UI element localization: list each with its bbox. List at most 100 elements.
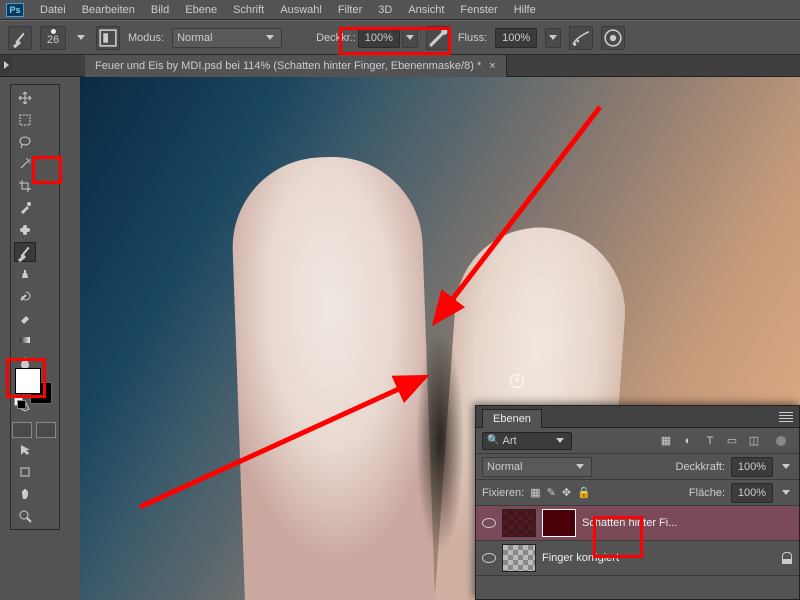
chevron-down-icon <box>553 434 567 448</box>
opacity-value[interactable]: 100% <box>358 28 400 48</box>
pressure-opacity-toggle[interactable] <box>426 26 450 50</box>
panel-menu-icon[interactable] <box>779 412 793 422</box>
airbrush-toggle[interactable] <box>569 26 593 50</box>
layer-opacity-value[interactable]: 100% <box>731 457 773 477</box>
foreground-color-swatch[interactable] <box>15 368 41 394</box>
gradient-tool[interactable] <box>14 330 36 350</box>
layer-blend-dropdown[interactable]: Normal <box>482 457 592 477</box>
pressure-size-toggle[interactable] <box>601 26 625 50</box>
layer-mask-thumbnail[interactable] <box>542 509 576 537</box>
tools-panel: T <box>10 84 60 530</box>
history-brush-tool[interactable] <box>14 286 36 306</box>
fill-dropdown[interactable] <box>779 486 793 500</box>
visibility-icon[interactable] <box>482 551 496 565</box>
canvas-content <box>410 337 470 597</box>
menu-window[interactable]: Fenster <box>460 4 497 16</box>
blend-mode-label: Modus: <box>128 32 164 44</box>
layer-name[interactable]: Finger korrigiert <box>542 552 619 564</box>
lock-label: Fixieren: <box>482 487 524 499</box>
eraser-tool[interactable] <box>14 308 36 328</box>
magic-wand-tool[interactable] <box>14 154 36 174</box>
filter-shape-icon[interactable]: ▭ <box>723 433 741 449</box>
panel-header: Ebenen <box>476 406 799 428</box>
default-colors-icon[interactable] <box>14 397 25 408</box>
dock-expand-icon[interactable] <box>0 55 12 75</box>
blend-mode-dropdown[interactable]: Normal <box>172 28 282 48</box>
brush-size-value: 26 <box>47 35 59 46</box>
brush-preset-picker[interactable]: 26 <box>40 26 66 50</box>
filter-toggle[interactable] <box>775 435 793 447</box>
tool-preset-picker[interactable] <box>8 26 32 50</box>
chevron-down-icon <box>263 31 277 45</box>
filter-adjustment-icon[interactable]: ◐ <box>679 433 697 449</box>
brush-preset-dropdown[interactable] <box>74 31 88 45</box>
menu-select[interactable]: Auswahl <box>280 4 322 16</box>
layer-filter-dropdown[interactable]: 🔍 Art <box>482 432 572 450</box>
marquee-tool[interactable] <box>14 110 36 130</box>
visibility-icon[interactable] <box>482 516 496 530</box>
shape-tool[interactable] <box>14 462 36 482</box>
menu-filter[interactable]: Filter <box>338 4 362 16</box>
layers-panel: Ebenen 🔍 Art ▦ ◐ T ▭ ◫ Normal Deckkraft:… <box>475 405 800 600</box>
eyedropper-tool[interactable] <box>14 198 36 218</box>
layers-list: Schatten hinter Fi... Finger korrigiert <box>476 506 799 576</box>
layer-blend-value: Normal <box>487 461 522 473</box>
document-tab[interactable]: Feuer und Eis by MDI.psd bei 114% (Schat… <box>85 55 507 77</box>
brush-panel-toggle[interactable] <box>96 26 120 50</box>
menu-view[interactable]: Ansicht <box>408 4 444 16</box>
brush-icon <box>16 243 34 261</box>
lock-all-icon[interactable]: 🔒 <box>577 486 591 499</box>
layer-row[interactable]: Schatten hinter Fi... <box>476 506 799 541</box>
crop-tool[interactable] <box>14 176 36 196</box>
menu-layer[interactable]: Ebene <box>185 4 217 16</box>
lock-fill-row: Fixieren: ▦ ✎ ✥ 🔒 Fläche: 100% <box>476 480 799 506</box>
path-selection-tool[interactable] <box>14 440 36 460</box>
opacity-dropdown[interactable] <box>402 28 418 48</box>
flow-dropdown[interactable] <box>545 28 561 48</box>
filter-type-icon[interactable]: T <box>701 433 719 449</box>
flow-value[interactable]: 100% <box>495 28 537 48</box>
layer-thumbnail[interactable] <box>502 544 536 572</box>
filter-smart-icon[interactable]: ◫ <box>745 433 763 449</box>
zoom-tool[interactable] <box>14 506 36 526</box>
options-bar: 26 Modus: Normal Deckkr.: 100% Fluss: 10… <box>0 20 800 55</box>
clone-stamp-tool[interactable] <box>14 264 36 284</box>
move-tool[interactable] <box>14 88 36 108</box>
menu-help[interactable]: Hilfe <box>514 4 536 16</box>
filter-icons: ▦ ◐ T ▭ ◫ <box>657 433 763 449</box>
healing-brush-tool[interactable] <box>14 220 36 240</box>
document-tab-title: Feuer und Eis by MDI.psd bei 114% (Schat… <box>95 60 481 72</box>
screen-mode-toggle[interactable] <box>36 422 56 438</box>
flow-label: Fluss: <box>458 32 487 44</box>
brush-cursor-icon <box>510 374 524 388</box>
layer-name[interactable]: Schatten hinter Fi... <box>582 517 677 529</box>
layer-opacity-dropdown[interactable] <box>779 460 793 474</box>
opacity-group: Deckkr.: 100% <box>316 28 418 48</box>
layer-opacity-label: Deckkraft: <box>675 461 725 473</box>
close-tab-icon[interactable]: × <box>489 60 495 72</box>
hand-tool[interactable] <box>14 484 36 504</box>
filter-pixel-icon[interactable]: ▦ <box>657 433 675 449</box>
layers-tab[interactable]: Ebenen <box>482 409 542 428</box>
menu-image[interactable]: Bild <box>151 4 169 16</box>
fill-value[interactable]: 100% <box>731 483 773 503</box>
layer-row[interactable]: Finger korrigiert <box>476 541 799 576</box>
menu-edit[interactable]: Bearbeiten <box>82 4 135 16</box>
lock-pixels-icon[interactable]: ✎ <box>547 486 556 499</box>
chevron-down-icon <box>573 460 587 474</box>
brush-icon <box>11 29 29 47</box>
quick-mask-toggle[interactable] <box>12 422 32 438</box>
lasso-tool[interactable] <box>14 132 36 152</box>
lock-icon <box>781 552 793 564</box>
brush-tool[interactable] <box>14 242 36 262</box>
menu-type[interactable]: Schrift <box>233 4 264 16</box>
menu-3d[interactable]: 3D <box>378 4 392 16</box>
lock-position-icon[interactable]: ✥ <box>562 486 571 499</box>
screen-mode-row <box>10 420 60 442</box>
menu-file[interactable]: Datei <box>40 4 66 16</box>
document-tab-bar: Feuer und Eis by MDI.psd bei 114% (Schat… <box>0 55 800 77</box>
layer-thumbnail[interactable] <box>502 509 536 537</box>
fill-label: Fläche: <box>689 487 725 499</box>
blend-mode-value: Normal <box>177 32 212 44</box>
lock-transparency-icon[interactable]: ▦ <box>530 486 540 499</box>
